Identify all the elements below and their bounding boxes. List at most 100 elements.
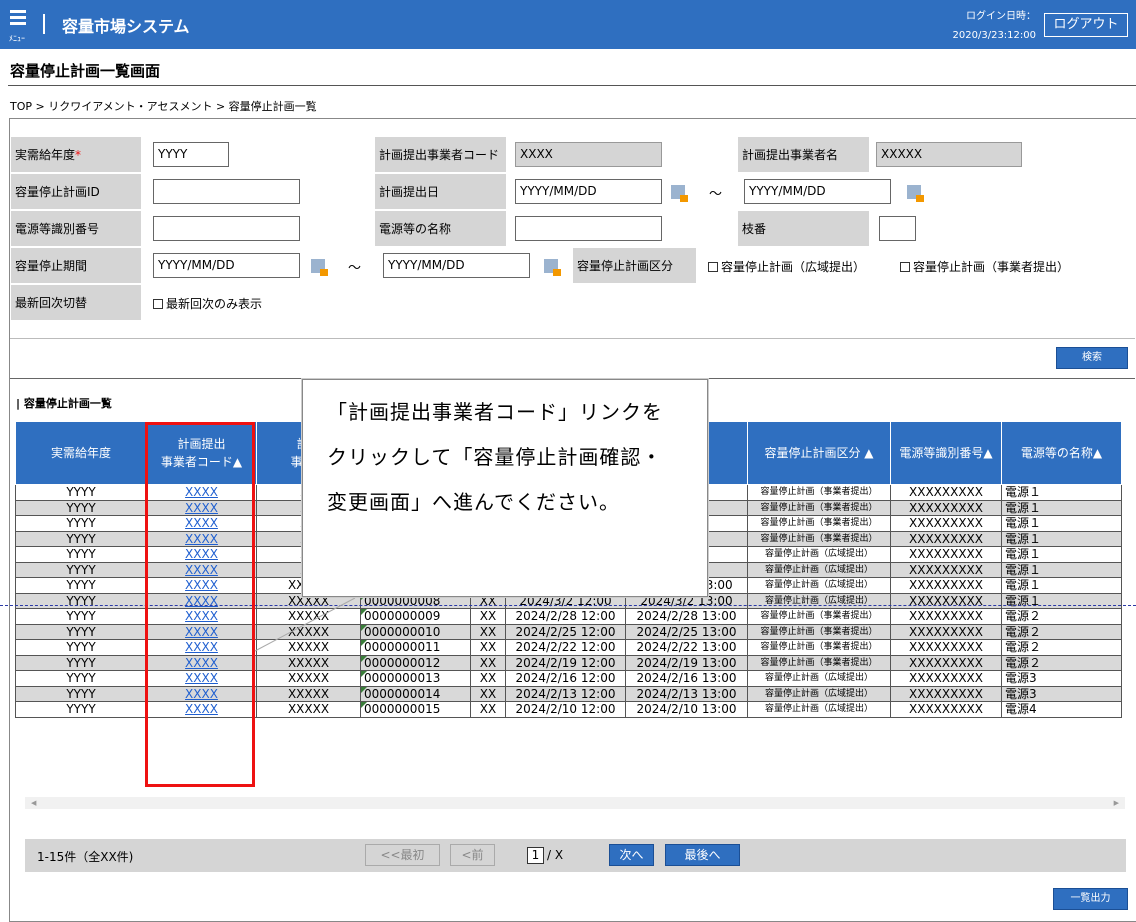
search-row-4: 容量停止期間 YYYY/MM/DD ～ YYYY/MM/DD 容量停止計画区分 …: [10, 247, 1135, 284]
list-section-title: | 容量停止計画一覧: [16, 397, 112, 410]
table-cell: XXXXXXXXX: [890, 608, 1002, 625]
page-title: 容量停止計画一覧画面: [10, 62, 161, 80]
column-header[interactable]: 電源等識別番号▲: [890, 421, 1002, 485]
table-cell: 電源１: [1001, 530, 1122, 547]
table-cell: XX: [470, 670, 506, 687]
source-name-label: 電源等の名称: [374, 210, 507, 247]
table-cell: 0000000015: [360, 701, 471, 718]
table-cell: YYYY: [15, 561, 147, 578]
calendar-icon[interactable]: [907, 185, 924, 202]
table-cell: 電源4: [1001, 701, 1122, 718]
table-cell: 2024/2/10 12:00: [505, 701, 626, 718]
branch-label: 枝番: [737, 210, 870, 247]
next-page-button[interactable]: 次へ: [609, 844, 654, 866]
table-cell: 電源２: [1001, 639, 1122, 656]
table-cell: XX: [470, 623, 506, 640]
table-cell: 0000000014: [360, 685, 471, 702]
branch-input[interactable]: [879, 216, 916, 241]
submit-date-from-input[interactable]: YYYY/MM/DD: [515, 179, 662, 204]
login-time-label: ログイン日時：: [966, 11, 1036, 22]
page-number-input[interactable]: 1: [527, 847, 544, 864]
source-id-input[interactable]: [153, 216, 300, 241]
horizontal-scrollbar[interactable]: ◀ ▶: [25, 797, 1125, 809]
fiscal-year-label: 実需給年度*: [10, 136, 142, 173]
stop-from-input[interactable]: YYYY/MM/DD: [153, 253, 300, 278]
table-cell: 容量停止計画（広域提出）: [747, 685, 891, 702]
fiscal-year-input[interactable]: YYYY: [153, 142, 229, 167]
table-cell: 2024/2/22 13:00: [625, 639, 748, 656]
table-cell: 0000000012: [360, 654, 471, 671]
column-header: 実需給年度: [15, 421, 147, 485]
category-wide-checkbox[interactable]: 容量停止計画（広域提出）: [708, 258, 865, 275]
calendar-icon[interactable]: [311, 259, 328, 276]
scroll-left-icon[interactable]: ◀: [31, 797, 36, 809]
table-cell: XX: [470, 701, 506, 718]
table-cell: XXXXX: [256, 654, 361, 671]
callout-leader-line: [254, 597, 356, 652]
category-operator-checkbox[interactable]: 容量停止計画（事業者提出）: [900, 258, 1069, 275]
search-row-2: 容量停止計画ID 計画提出日 YYYY/MM/DD ～ YYYY/MM/DD: [10, 173, 1135, 210]
table-cell: 2024/2/10 13:00: [625, 701, 748, 718]
table-cell: XXXXXXXXX: [890, 592, 1002, 609]
table-cell: YYYY: [15, 670, 147, 687]
table-cell: 電源3: [1001, 685, 1122, 702]
logout-button[interactable]: ログアウト: [1044, 13, 1128, 37]
range-tilde: ～: [348, 261, 362, 276]
table-cell: XXXXXXXXX: [890, 484, 1002, 501]
table-cell: 容量停止計画（事業者提出）: [747, 484, 891, 501]
source-id-label: 電源等識別番号: [10, 210, 142, 247]
table-cell: 容量停止計画（事業者提出）: [747, 499, 891, 516]
submitter-code-field: XXXX: [515, 142, 662, 167]
stop-to-input[interactable]: YYYY/MM/DD: [383, 253, 530, 278]
submit-date-to-input[interactable]: YYYY/MM/DD: [744, 179, 891, 204]
category-label: 容量停止計画区分: [572, 247, 697, 284]
latest-label: 最新回次切替: [10, 284, 142, 321]
table-cell: 電源１: [1001, 484, 1122, 501]
table-cell: YYYY: [15, 685, 147, 702]
table-cell: YYYY: [15, 530, 147, 547]
table-cell: 容量停止計画（広域提出）: [747, 561, 891, 578]
table-cell: XXXXXXXXX: [890, 654, 1002, 671]
export-list-button[interactable]: 一覧出力: [1053, 888, 1128, 910]
first-page-button[interactable]: <<最初: [365, 844, 440, 866]
last-page-button[interactable]: 最後へ: [665, 844, 740, 866]
prev-page-button[interactable]: <前: [450, 844, 495, 866]
table-cell: XXXXXXXXX: [890, 546, 1002, 563]
table-cell: YYYY: [15, 515, 147, 532]
table-cell: YYYY: [15, 639, 147, 656]
latest-only-checkbox[interactable]: 最新回次のみ表示: [153, 295, 262, 312]
table-cell: YYYY: [15, 592, 147, 609]
calendar-icon[interactable]: [671, 185, 688, 202]
result-count: 1-15件（全XX件): [37, 850, 134, 864]
calendar-icon[interactable]: [544, 259, 561, 276]
table-cell: 0000000010: [360, 623, 471, 640]
table-cell: 容量停止計画（広域提出）: [747, 701, 891, 718]
table-cell: 電源１: [1001, 515, 1122, 532]
table-cell: 2024/2/13 13:00: [625, 685, 748, 702]
table-cell: 電源２: [1001, 608, 1122, 625]
hamburger-menu-icon[interactable]: [10, 10, 26, 26]
table-cell: XXXXX: [256, 685, 361, 702]
table-cell: 電源１: [1001, 561, 1122, 578]
table-cell: YYYY: [15, 499, 147, 516]
column-header[interactable]: 電源等の名称▲: [1001, 421, 1122, 485]
table-cell: 電源１: [1001, 592, 1122, 609]
table-cell: YYYY: [15, 546, 147, 563]
scroll-right-icon[interactable]: ▶: [1114, 797, 1119, 809]
source-name-input[interactable]: [515, 216, 662, 241]
plan-id-input[interactable]: [153, 179, 300, 204]
submitter-code-label: 計画提出事業者コード: [374, 136, 507, 173]
table-cell: 電源１: [1001, 499, 1122, 516]
table-cell: YYYY: [15, 608, 147, 625]
table-cell: XXXXXXXXX: [890, 685, 1002, 702]
login-time-value: 2020/3/23:12:00: [952, 30, 1036, 41]
table-cell: 0000000011: [360, 639, 471, 656]
breadcrumb[interactable]: TOP > リクワイアメント・アセスメント > 容量停止計画一覧: [10, 98, 317, 114]
column-header[interactable]: 容量停止計画区分 ▲: [747, 421, 891, 485]
menu-label[interactable]: ﾒﾆｭｰ: [9, 33, 25, 44]
search-button[interactable]: 検索: [1056, 347, 1128, 369]
table-cell: YYYY: [15, 623, 147, 640]
plan-id-label: 容量停止計画ID: [10, 173, 142, 210]
page-total: / X: [547, 848, 564, 862]
table-cell: 2024/2/19 12:00: [505, 654, 626, 671]
